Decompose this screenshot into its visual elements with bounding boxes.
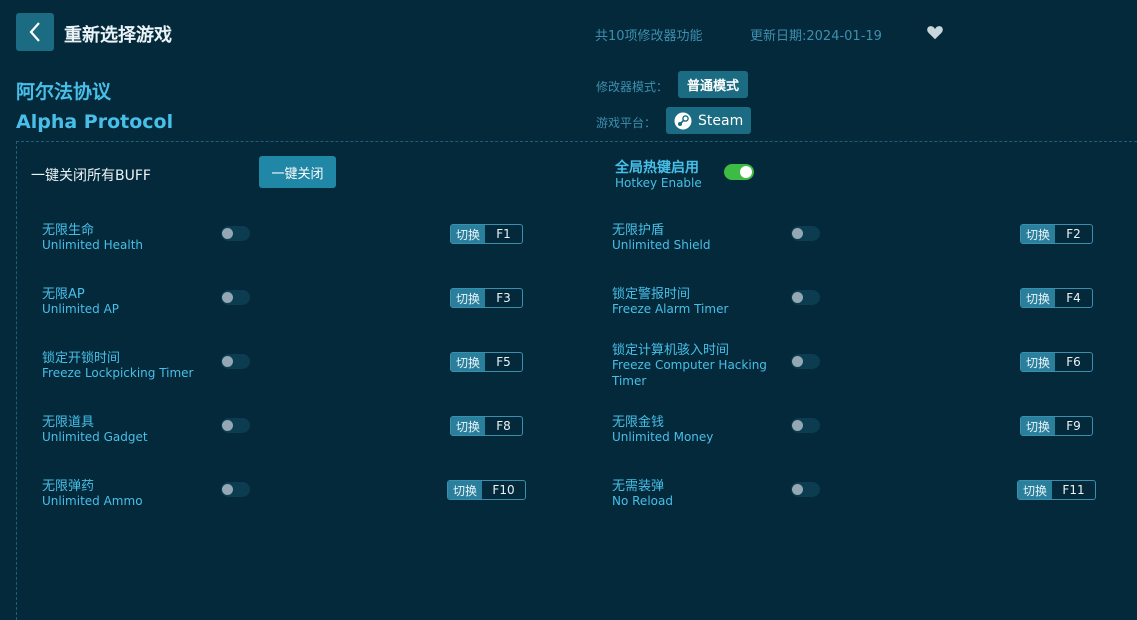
- switch-label: 切换: [1021, 417, 1056, 435]
- hotkey-button[interactable]: 切换 F9: [1020, 416, 1093, 436]
- cheat-name-cn: 锁定开锁时间: [42, 351, 121, 366]
- mode-label: 修改器模式：: [596, 80, 669, 94]
- switch-label: 切换: [451, 225, 486, 243]
- hotkey-enable-toggle[interactable]: [724, 164, 754, 180]
- cheat-toggle[interactable]: [221, 354, 250, 369]
- cheat-name-en: Unlimited Shield: [612, 238, 711, 252]
- cheat-name-en: Unlimited Money: [612, 430, 714, 444]
- hotkey-key: F11: [1062, 483, 1085, 497]
- cheat-name-en: Unlimited Ammo: [42, 494, 143, 508]
- toggle-knob: [792, 356, 803, 367]
- hotkey-key: F1: [496, 227, 511, 241]
- hotkey-key: F2: [1066, 227, 1081, 241]
- cheat-name-en: Freeze Computer Hacking Timer: [612, 358, 767, 388]
- cheat-name-en: No Reload: [612, 494, 673, 508]
- hotkey-button[interactable]: 切换 F11: [1017, 480, 1096, 500]
- cheat-name-en: Freeze Alarm Timer: [612, 302, 729, 316]
- cheat-name-en: Unlimited Gadget: [42, 430, 148, 444]
- hotkey-key: F4: [1066, 291, 1081, 305]
- cheat-name-cn: 锁定计算机骇入时间: [612, 343, 730, 358]
- switch-label: 切换: [1021, 353, 1056, 371]
- switch-label: 切换: [1021, 289, 1056, 307]
- hotkey-key: F5: [496, 355, 511, 369]
- toggle-knob: [792, 228, 803, 239]
- cheat-toggle[interactable]: [221, 482, 250, 497]
- toggle-knob: [792, 420, 803, 431]
- cheat-toggle[interactable]: [791, 482, 820, 497]
- toggle-knob: [792, 484, 803, 495]
- toggle-knob: [222, 420, 233, 431]
- cheat-toggle[interactable]: [791, 418, 820, 433]
- hotkey-button[interactable]: 切换 F10: [447, 480, 526, 500]
- toggle-knob: [222, 356, 233, 367]
- cheat-name-cn: 锁定警报时间: [612, 287, 691, 302]
- switch-label: 切换: [451, 289, 486, 307]
- close-all-button[interactable]: 一键关闭: [259, 156, 336, 188]
- hotkey-button[interactable]: 切换 F2: [1020, 224, 1093, 244]
- switch-label: 切换: [451, 417, 486, 435]
- platform-button[interactable]: Steam: [666, 107, 752, 134]
- switch-label: 切换: [1018, 481, 1053, 499]
- cheat-name-cn: 无限AP: [42, 287, 85, 302]
- update-date: 更新日期:2024-01-19: [750, 29, 882, 44]
- switch-label: 切换: [451, 353, 486, 371]
- heart-icon[interactable]: [926, 24, 944, 40]
- cheat-toggle[interactable]: [221, 226, 250, 241]
- cheat-name-cn: 无限道具: [42, 415, 95, 430]
- cheat-toggle[interactable]: [791, 290, 820, 305]
- page-title: 重新选择游戏: [64, 25, 172, 46]
- cheat-toggle[interactable]: [221, 290, 250, 305]
- hotkey-key: F6: [1066, 355, 1081, 369]
- platform-name: Steam: [698, 112, 744, 129]
- hotkey-button[interactable]: 切换 F6: [1020, 352, 1093, 372]
- cheat-toggle[interactable]: [791, 354, 820, 369]
- hotkey-button[interactable]: 切换 F8: [450, 416, 523, 436]
- chevron-left-icon: [29, 22, 40, 42]
- game-name-en: Alpha Protocol: [16, 111, 174, 133]
- toggle-knob: [222, 228, 233, 239]
- mode-button[interactable]: 普通模式: [678, 71, 749, 98]
- hotkey-button[interactable]: 切换 F4: [1020, 288, 1093, 308]
- hotkey-key: F9: [1066, 419, 1081, 433]
- toggle-knob: [222, 484, 233, 495]
- back-button[interactable]: [16, 13, 54, 51]
- cheat-name-cn: 无限金钱: [612, 415, 665, 430]
- cheat-name-cn: 无需装弹: [612, 479, 665, 494]
- toggle-knob: [222, 292, 233, 303]
- hotkey-button[interactable]: 切换 F5: [450, 352, 523, 372]
- switch-label: 切换: [1021, 225, 1056, 243]
- hotkey-button[interactable]: 切换 F1: [450, 224, 523, 244]
- game-name-cn: 阿尔法协议: [16, 81, 112, 103]
- toggle-knob: [740, 166, 752, 178]
- feature-count: 共10项修改器功能: [595, 29, 703, 44]
- close-all-buff-label: 一键关闭所有BUFF: [31, 168, 151, 184]
- cheat-name-en: Unlimited Health: [42, 238, 144, 252]
- switch-label: 切换: [448, 481, 483, 499]
- hotkey-enable-label-en: Hotkey Enable: [615, 176, 702, 190]
- cheat-toggle[interactable]: [791, 226, 820, 241]
- toggle-knob: [792, 292, 803, 303]
- hotkey-button[interactable]: 切换 F3: [450, 288, 523, 308]
- cheat-toggle[interactable]: [221, 418, 250, 433]
- cheat-name-cn: 无限护盾: [612, 223, 665, 238]
- hotkey-enable-label-cn: 全局热键启用: [615, 160, 699, 176]
- cheat-name-en: Unlimited AP: [42, 302, 120, 316]
- steam-icon: [674, 112, 692, 129]
- platform-label: 游戏平台：: [596, 116, 657, 130]
- hotkey-key: F3: [496, 291, 511, 305]
- hotkey-key: F8: [496, 419, 511, 433]
- cheat-name-cn: 无限生命: [42, 223, 95, 238]
- cheat-name-cn: 无限弹药: [42, 479, 95, 494]
- cheat-name-en: Freeze Lockpicking Timer: [42, 366, 194, 380]
- hotkey-key: F10: [492, 483, 515, 497]
